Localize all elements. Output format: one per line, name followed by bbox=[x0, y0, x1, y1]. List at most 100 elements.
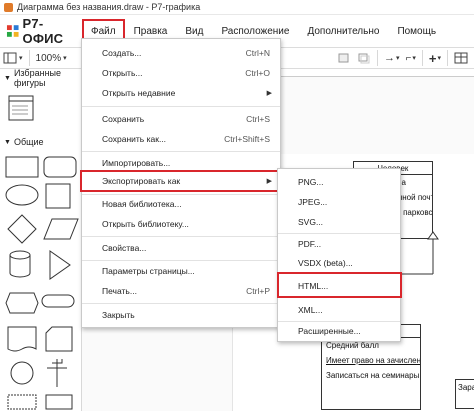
panel-icon bbox=[3, 52, 17, 64]
format-panel-button[interactable]: ▾ bbox=[3, 49, 23, 67]
rectangle-shape[interactable] bbox=[5, 156, 39, 178]
table-button[interactable] bbox=[454, 49, 468, 67]
menu-separator bbox=[82, 151, 280, 152]
circle-shape[interactable] bbox=[10, 361, 34, 385]
shortcut-label: Ctrl+P bbox=[246, 286, 270, 296]
export-svg[interactable]: SVG... bbox=[278, 212, 400, 232]
menu-item-properties[interactable]: Свойства... bbox=[82, 238, 280, 258]
class-student-row: Записаться на семинары bbox=[326, 371, 420, 380]
table-icon bbox=[454, 52, 468, 64]
brand-name: Р7-ОФИС bbox=[22, 16, 64, 46]
menu-item-save[interactable]: Сохранить Ctrl+S bbox=[82, 109, 280, 129]
zoom-value: 100% bbox=[35, 52, 62, 64]
waypoint-icon: ⌐ bbox=[405, 52, 412, 64]
class-right-partial[interactable]: Зара bbox=[455, 379, 474, 409]
class-right-label: Зара bbox=[458, 383, 474, 392]
chevron-down-icon: ▾ bbox=[412, 55, 416, 62]
menu-item-label: Импортировать... bbox=[102, 158, 171, 168]
chevron-down-icon: ▾ bbox=[437, 55, 441, 62]
chevron-down-icon: ▾ bbox=[396, 55, 400, 62]
menu-item-label: Сохранить bbox=[102, 114, 145, 124]
ellipse-shape[interactable] bbox=[5, 184, 39, 206]
card-shape[interactable] bbox=[45, 326, 73, 352]
square-shape[interactable] bbox=[45, 183, 71, 209]
document-shape[interactable] bbox=[7, 326, 37, 352]
parallelogram-shape[interactable] bbox=[43, 218, 79, 240]
toolbar-separator bbox=[28, 50, 30, 66]
favorite-class-shape[interactable] bbox=[8, 95, 34, 121]
toolbar-separator bbox=[447, 50, 448, 66]
chevron-down-icon: ▾ bbox=[19, 55, 23, 62]
export-submenu: PNG... JPEG... SVG... PDF... VSDX (beta)… bbox=[277, 168, 402, 342]
collapse-triangle-icon: ▼ bbox=[4, 74, 11, 82]
collapse-triangle-icon: ▼ bbox=[4, 138, 11, 146]
fill-color-button[interactable] bbox=[337, 49, 351, 67]
connection-style-button[interactable]: → ▾ bbox=[384, 49, 400, 67]
menu-item-new-library[interactable]: Новая библиотека... bbox=[82, 194, 280, 214]
brand-logo: Р7-ОФИС bbox=[0, 16, 82, 46]
general-section-header[interactable]: ▼ Общие bbox=[0, 133, 81, 151]
toolbar-separator bbox=[421, 50, 423, 66]
menu-separator bbox=[82, 303, 280, 304]
menu-item-save-as[interactable]: Сохранить как... Ctrl+Shift+S bbox=[82, 129, 280, 149]
brand-logo-icon bbox=[6, 25, 19, 37]
rounded-rectangle-shape[interactable] bbox=[43, 156, 77, 178]
general-section-label: Общие bbox=[13, 137, 44, 147]
menu-help[interactable]: Помощь bbox=[388, 19, 445, 43]
menu-item-new[interactable]: Создать... Ctrl+N bbox=[82, 43, 280, 63]
shortcut-label: Ctrl+S bbox=[246, 114, 270, 124]
menu-item-label: Открыть библиотеку... bbox=[102, 219, 189, 229]
favorites-shapes bbox=[0, 87, 81, 133]
favorites-section-label: Избранные фигуры bbox=[13, 69, 62, 88]
shadow-icon bbox=[358, 53, 370, 64]
fill-icon bbox=[338, 53, 349, 63]
general-shapes-grid bbox=[5, 156, 79, 410]
toolbar-separator bbox=[377, 50, 379, 66]
export-png[interactable]: PNG... bbox=[278, 172, 400, 192]
window-title: Диаграмма без названия.draw - Р7-графика bbox=[17, 2, 201, 12]
menu-item-page-setup[interactable]: Параметры страницы... bbox=[82, 261, 280, 281]
shadow-button[interactable] bbox=[357, 49, 371, 67]
hexagon-shape[interactable] bbox=[5, 292, 39, 314]
waypoints-button[interactable]: ⌐ ▾ bbox=[406, 49, 416, 67]
export-advanced[interactable]: Расширенные... bbox=[278, 321, 400, 341]
menu-item-label: Параметры страницы... bbox=[102, 266, 195, 276]
menu-extras[interactable]: Дополнительно bbox=[298, 19, 388, 43]
menu-item-open[interactable]: Открыть... Ctrl+O bbox=[82, 63, 280, 83]
shapes-sidebar: ▼ Избранные фигуры ▼ Общие bbox=[0, 69, 82, 411]
menu-item-label: Закрыть bbox=[102, 310, 135, 320]
file-menu-dropdown: Создать... Ctrl+N Открыть... Ctrl+O Откр… bbox=[80, 38, 281, 328]
menu-item-label: Новая библиотека... bbox=[102, 199, 182, 209]
cylinder-shape[interactable] bbox=[9, 250, 31, 278]
menu-item-close[interactable]: Закрыть bbox=[82, 305, 280, 325]
insert-button[interactable]: + ▾ bbox=[429, 49, 441, 67]
arrow-right-icon: → bbox=[384, 52, 396, 64]
favorites-section-header[interactable]: ▼ Избранные фигуры bbox=[0, 69, 81, 88]
menu-item-label: Свойства... bbox=[102, 243, 147, 253]
process-shape[interactable] bbox=[41, 294, 75, 308]
export-xml[interactable]: XML... bbox=[278, 300, 400, 320]
class-student-row: Имеет право на зачислени bbox=[326, 356, 420, 365]
menu-item-open-recent[interactable]: Открыть недавние ▶ bbox=[82, 83, 280, 103]
note-shape[interactable] bbox=[45, 394, 73, 410]
zoom-select[interactable]: 100% ▾ bbox=[36, 49, 67, 67]
export-jpeg[interactable]: JPEG... bbox=[278, 192, 400, 212]
export-vsdx[interactable]: VSDX (beta)... bbox=[278, 253, 400, 273]
menu-item-print[interactable]: Печать... Ctrl+P bbox=[82, 281, 280, 301]
shortcut-label: Ctrl+N bbox=[245, 48, 270, 58]
plus-icon: + bbox=[428, 50, 437, 66]
diamond-shape[interactable] bbox=[7, 214, 37, 244]
export-pdf[interactable]: PDF... bbox=[278, 234, 400, 254]
export-highlight-frame bbox=[80, 170, 280, 192]
menu-item-label: Открыть... bbox=[102, 68, 143, 78]
menu-item-label: Открыть недавние bbox=[102, 88, 176, 98]
triangle-shape[interactable] bbox=[49, 250, 71, 280]
shortcut-label: Ctrl+Shift+S bbox=[224, 134, 270, 144]
app-icon bbox=[4, 2, 13, 12]
menu-separator bbox=[82, 106, 280, 107]
shortcut-label: Ctrl+O bbox=[245, 68, 270, 78]
menu-item-open-library[interactable]: Открыть библиотеку... bbox=[82, 214, 280, 234]
text-shape[interactable] bbox=[7, 394, 37, 410]
menu-item-label: Сохранить как... bbox=[102, 134, 167, 144]
chevron-down-icon: ▾ bbox=[63, 55, 67, 62]
